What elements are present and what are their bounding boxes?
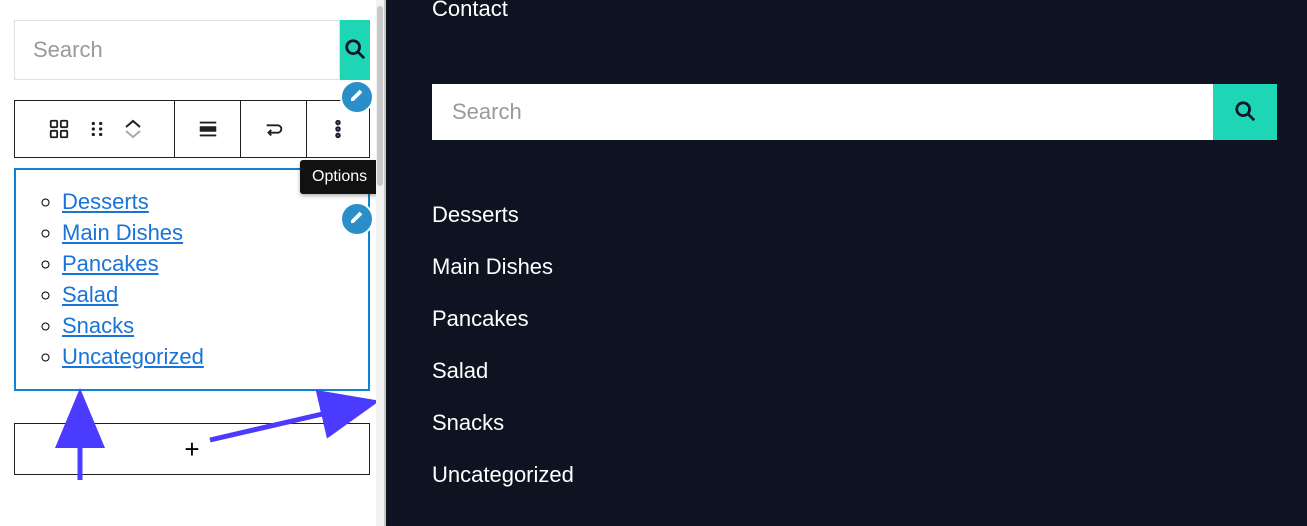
preview-panel: Contact Desserts Main Dishes Pancakes Sa… xyxy=(384,0,1307,526)
editor-panel: Options Desserts Main Dishes Pancakes Sa… xyxy=(0,0,384,526)
align-icon xyxy=(197,118,219,140)
edit-pencil-search[interactable] xyxy=(340,80,374,114)
preview-category-item[interactable]: Salad xyxy=(432,358,1277,384)
pencil-icon xyxy=(349,87,365,108)
categories-block[interactable]: Desserts Main Dishes Pancakes Salad Snac… xyxy=(14,168,370,391)
search-icon xyxy=(344,38,366,63)
drag-handle-icon[interactable] xyxy=(86,118,108,140)
search-icon xyxy=(1234,100,1256,125)
editor-scrollbar-thumb[interactable] xyxy=(377,6,383,186)
preview-category-item[interactable]: Pancakes xyxy=(432,306,1277,332)
preview-search-input[interactable] xyxy=(432,84,1213,140)
align-button[interactable] xyxy=(175,101,241,157)
transform-icon xyxy=(263,118,285,140)
category-link[interactable]: Pancakes xyxy=(62,251,159,276)
preview-search-row xyxy=(432,84,1277,140)
edit-pencil-categories[interactable] xyxy=(340,202,374,236)
nav-item-contact[interactable]: Contact xyxy=(432,0,1277,22)
preview-category-item[interactable]: Uncategorized xyxy=(432,462,1277,488)
block-mover[interactable] xyxy=(124,119,142,139)
category-link[interactable]: Uncategorized xyxy=(62,344,204,369)
preview-categories: Desserts Main Dishes Pancakes Salad Snac… xyxy=(432,202,1277,488)
preview-category-item[interactable]: Desserts xyxy=(432,202,1277,228)
preview-search-button[interactable] xyxy=(1213,84,1277,140)
more-vertical-icon xyxy=(327,118,349,140)
editor-search-input[interactable] xyxy=(14,20,340,80)
toolbar-segment-main xyxy=(15,101,175,157)
category-link[interactable]: Salad xyxy=(62,282,118,307)
category-link[interactable]: Desserts xyxy=(62,189,149,214)
preview-category-item[interactable]: Main Dishes xyxy=(432,254,1277,280)
plus-icon: + xyxy=(184,434,199,465)
block-toolbar xyxy=(14,100,370,158)
add-block-button[interactable]: + xyxy=(14,423,370,475)
chevron-up-icon[interactable] xyxy=(124,119,142,129)
category-link[interactable]: Snacks xyxy=(62,313,134,338)
list-item: Main Dishes xyxy=(62,220,348,246)
preview-category-item[interactable]: Snacks xyxy=(432,410,1277,436)
pencil-icon xyxy=(349,209,365,230)
editor-search-row xyxy=(14,20,370,80)
list-item: Pancakes xyxy=(62,251,348,277)
category-link[interactable]: Main Dishes xyxy=(62,220,183,245)
transform-button[interactable] xyxy=(241,101,307,157)
list-item: Uncategorized xyxy=(62,344,348,370)
options-tooltip: Options xyxy=(300,160,379,194)
chevron-down-icon[interactable] xyxy=(124,129,142,139)
grid-icon[interactable] xyxy=(48,118,70,140)
categories-list: Desserts Main Dishes Pancakes Salad Snac… xyxy=(62,189,348,370)
list-item: Snacks xyxy=(62,313,348,339)
list-item: Salad xyxy=(62,282,348,308)
editor-search-button[interactable] xyxy=(340,20,370,80)
